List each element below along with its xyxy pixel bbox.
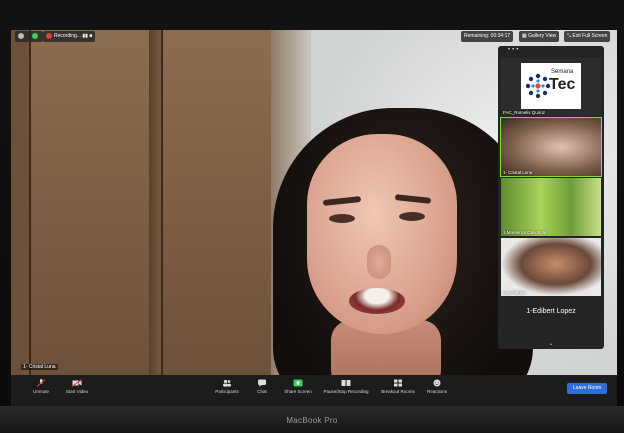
recording-label: Recording...: [54, 33, 81, 39]
meeting-top-bar: Recording... ▮▮ ■ Remaining: 00:34:17 ▦ …: [11, 30, 617, 44]
gallery-view-button[interactable]: ▦ Gallery View: [519, 31, 560, 42]
logo-dots-icon: [525, 73, 551, 99]
right-eye: [399, 212, 425, 221]
logo-text-top: Semana: [551, 69, 574, 75]
semana-tec-logo: Semana Tec: [521, 63, 581, 109]
chat-label: Chat: [257, 389, 267, 394]
reactions-label: Reactions: [426, 389, 447, 394]
chat-icon: [258, 379, 266, 387]
participant-name: Luis Nuñez: [503, 290, 526, 295]
security-button[interactable]: [29, 31, 43, 42]
video-off-icon: [72, 379, 82, 387]
laptop-frame: Recording... ▮▮ ■ Remaining: 00:34:17 ▦ …: [0, 0, 624, 433]
reactions-icon: [433, 379, 441, 387]
highlighted-participant-name: 1-Edibert Lopez: [526, 308, 576, 315]
start-video-label: Start Video: [65, 389, 89, 394]
breakout-rooms-icon: [394, 379, 402, 387]
wardrobe-door-left: [29, 30, 149, 375]
remaining-time: Remaining: 00:34:17: [461, 31, 514, 42]
speaker-mouth: [349, 288, 405, 314]
participant-panel: ••• Semana Tec FAC_Romelis Quiroz 1- Cri…: [498, 46, 604, 349]
record-icon: [46, 32, 52, 39]
start-video-button[interactable]: Start Video: [47, 379, 107, 394]
chevron-down-icon[interactable]: ⌄: [498, 340, 604, 347]
panel-header: •••: [498, 46, 604, 56]
participant-name: FAC_Romelis Quiroz: [503, 110, 546, 115]
main-speaker-name: 1- Cristal Luna: [21, 364, 58, 370]
participant-name: 1.Monterrat Canchola: [503, 230, 547, 235]
participant-tile-active-speaker[interactable]: 1- Cristal Luna: [500, 117, 602, 177]
speaker-nose: [367, 245, 391, 279]
participant-tile[interactable]: Semana Tec FAC_Romelis Quiroz: [501, 58, 601, 116]
left-eye: [329, 214, 355, 223]
pause-recording-button[interactable]: Pause/Stop Recording: [316, 379, 376, 394]
participant-tile[interactable]: 1.Monterrat Canchola: [501, 178, 601, 236]
info-button[interactable]: [15, 31, 29, 42]
pause-stop-icon: [341, 380, 351, 386]
zoom-meeting-window: Recording... ▮▮ ■ Remaining: 00:34:17 ▦ …: [11, 30, 617, 406]
exit-fullscreen-button[interactable]: ⤡ Exit Full Screen: [564, 31, 611, 42]
leave-room-button[interactable]: Leave Room: [567, 383, 607, 394]
pause-recording-label: Pause/Stop Recording: [323, 389, 369, 394]
shield-icon: [32, 32, 38, 39]
participants-icon: [223, 379, 231, 387]
exit-fullscreen-label: Exit Full Screen: [572, 33, 608, 39]
share-screen-label: Share Screen: [284, 389, 312, 394]
recording-indicator[interactable]: Recording... ▮▮ ■: [43, 31, 96, 42]
muted-mic-icon: [36, 379, 46, 387]
share-screen-icon: [293, 379, 303, 387]
meeting-toolbar: Unmute Start Video Participants Chat Sha…: [11, 375, 617, 406]
info-icon: [18, 32, 24, 39]
device-brand: MacBook Pro: [286, 416, 338, 425]
participant-tile[interactable]: Luis Nuñez: [501, 238, 601, 296]
wardrobe-door-right: [161, 30, 271, 375]
participant-name: 1- Cristal Luna: [503, 170, 533, 175]
more-options-icon[interactable]: •••: [508, 47, 520, 53]
gallery-view-label: Gallery View: [528, 33, 557, 39]
logo-text-bottom: Tec: [549, 76, 576, 93]
reactions-button[interactable]: Reactions: [407, 379, 467, 394]
